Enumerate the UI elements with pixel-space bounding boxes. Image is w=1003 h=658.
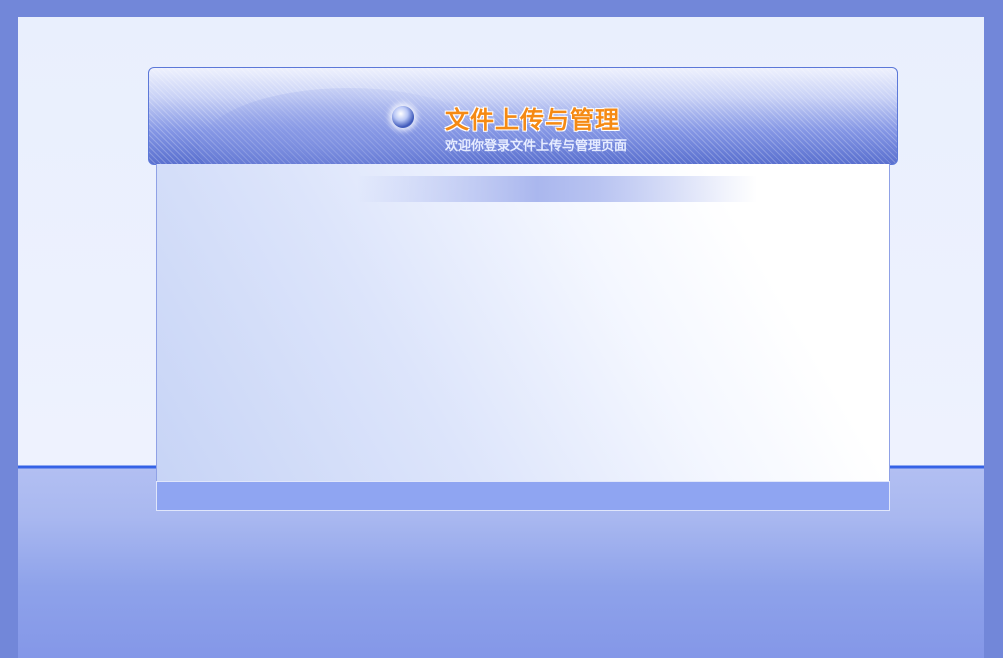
footer-bar xyxy=(156,481,890,511)
content-glow-bar xyxy=(357,176,757,202)
page-title: 文件上传与管理 xyxy=(445,106,620,134)
content-area xyxy=(156,164,890,482)
globe-orb-icon xyxy=(392,106,414,128)
page-subtitle: 欢迎你登录文件上传与管理页面 xyxy=(445,139,628,154)
page-frame: 文件上传与管理 欢迎你登录文件上传与管理页面 xyxy=(18,17,984,658)
header-banner: 文件上传与管理 欢迎你登录文件上传与管理页面 xyxy=(148,67,898,165)
